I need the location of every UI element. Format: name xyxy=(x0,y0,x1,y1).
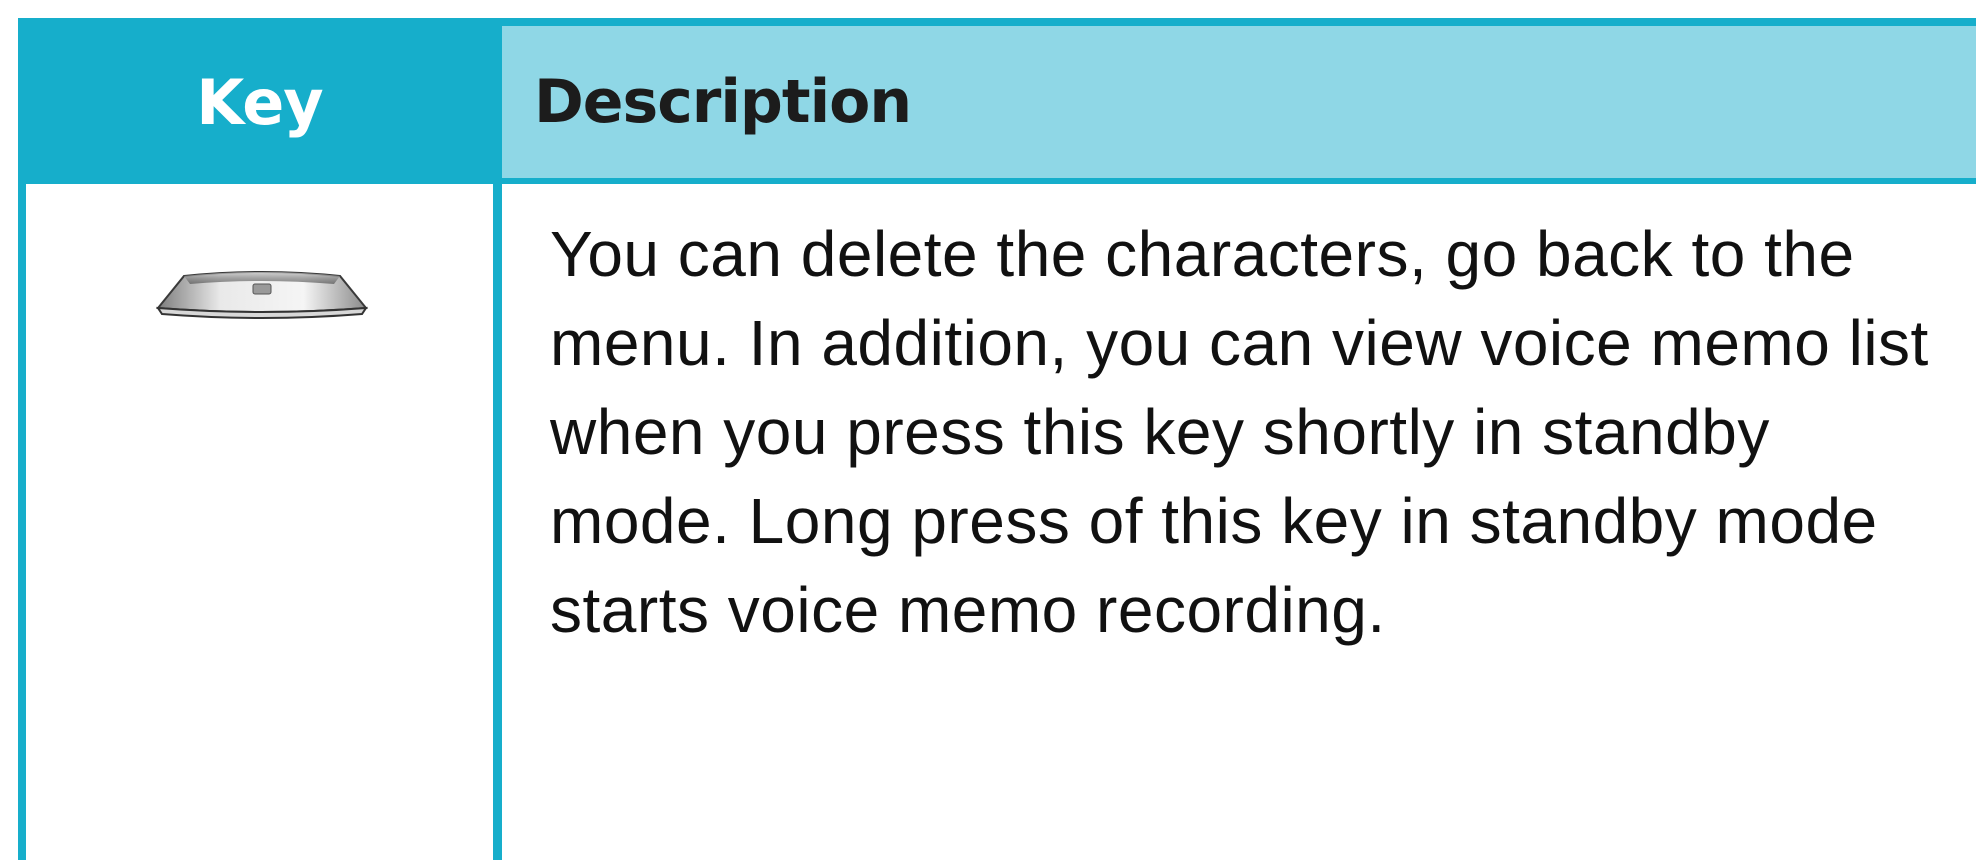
header-column-divider xyxy=(493,26,502,178)
header-key-label: Key xyxy=(196,65,323,139)
header-description-label: Description xyxy=(534,67,912,137)
description-cell: You can delete the characters, go back t… xyxy=(502,184,1976,860)
clear-key-icon xyxy=(156,271,368,319)
key-cell xyxy=(26,184,493,860)
description-text: You can delete the characters, go back t… xyxy=(550,218,1929,646)
key-description-table: Key Description You can delete the chara… xyxy=(18,18,1976,860)
header-key-cell: Key xyxy=(26,26,493,178)
table-row: You can delete the characters, go back t… xyxy=(26,184,1976,860)
column-divider xyxy=(493,184,502,860)
header-description-cell: Description xyxy=(502,26,1976,178)
table-header-row: Key Description xyxy=(26,26,1976,178)
